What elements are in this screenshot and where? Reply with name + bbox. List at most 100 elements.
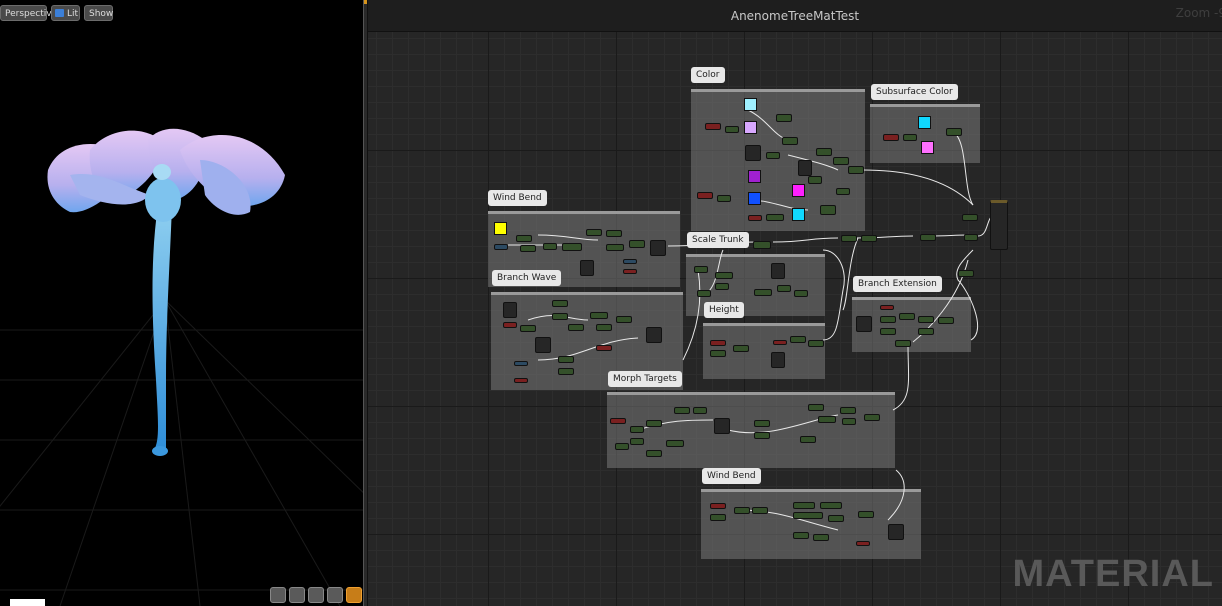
graph-node[interactable] (586, 229, 602, 236)
graph-node[interactable] (782, 137, 798, 145)
graph-node[interactable] (629, 240, 645, 248)
graph-node[interactable] (630, 438, 644, 445)
graph-node[interactable] (766, 152, 780, 159)
graph-node[interactable] (623, 269, 637, 274)
graph-node[interactable] (697, 192, 713, 199)
graph-node[interactable] (650, 240, 666, 256)
color-swatch-node[interactable] (494, 222, 507, 235)
graph-node[interactable] (697, 290, 711, 297)
graph-node[interactable] (745, 145, 761, 161)
graph-node[interactable] (771, 352, 785, 368)
graph-node[interactable] (494, 244, 508, 250)
color-swatch-node[interactable] (792, 208, 805, 221)
graph-node[interactable] (514, 378, 528, 383)
graph-node[interactable] (899, 313, 915, 320)
material-graph-canvas[interactable]: AnenomeTreeMatTest Zoom -9 Color Subsurf… (368, 0, 1222, 606)
graph-node[interactable] (880, 316, 896, 323)
graph-node[interactable] (543, 243, 557, 250)
graph-node[interactable] (958, 270, 974, 277)
graph-node[interactable] (715, 272, 733, 279)
graph-node[interactable] (754, 289, 772, 296)
graph-node[interactable] (766, 214, 784, 221)
graph-node[interactable] (864, 414, 880, 421)
graph-node[interactable] (606, 244, 624, 251)
graph-node[interactable] (918, 316, 934, 323)
graph-node[interactable] (552, 313, 568, 320)
cube-icon[interactable] (327, 587, 343, 603)
graph-node[interactable] (562, 243, 582, 251)
graph-node[interactable] (793, 532, 809, 539)
graph-node[interactable] (903, 134, 917, 141)
graph-node[interactable] (861, 235, 877, 242)
graph-node[interactable] (798, 160, 812, 176)
graph-node[interactable] (734, 507, 750, 514)
graph-node[interactable] (516, 235, 532, 242)
graph-node[interactable] (623, 259, 637, 264)
graph-node[interactable] (895, 340, 911, 347)
graph-node[interactable] (606, 230, 622, 237)
graph-node[interactable] (710, 514, 726, 521)
graph-node[interactable] (918, 328, 934, 335)
color-swatch-node[interactable] (744, 121, 757, 134)
graph-node[interactable] (748, 215, 762, 221)
graph-node[interactable] (800, 436, 816, 443)
graph-node[interactable] (558, 356, 574, 363)
graph-node[interactable] (754, 432, 770, 439)
graph-node[interactable] (503, 322, 517, 328)
graph-node[interactable] (794, 290, 808, 297)
graph-node[interactable] (880, 305, 894, 310)
graph-node[interactable] (514, 361, 528, 366)
graph-node[interactable] (888, 524, 904, 540)
graph-node[interactable] (962, 214, 978, 221)
graph-node[interactable] (596, 324, 612, 331)
graph-node[interactable] (856, 316, 872, 332)
graph-node[interactable] (710, 503, 726, 509)
material-preview-viewport[interactable]: Perspective Lit Show (0, 0, 363, 606)
graph-node[interactable] (808, 176, 822, 184)
cylinder-icon[interactable] (270, 587, 286, 603)
graph-node[interactable] (946, 128, 962, 136)
graph-node[interactable] (666, 440, 684, 447)
graph-node[interactable] (793, 512, 823, 519)
graph-node[interactable] (808, 340, 824, 347)
teapot-icon[interactable] (346, 587, 362, 603)
graph-node[interactable] (693, 407, 707, 414)
graph-node[interactable] (753, 241, 771, 249)
graph-node[interactable] (558, 368, 574, 375)
graph-node[interactable] (776, 114, 792, 122)
color-swatch-node[interactable] (792, 184, 805, 197)
graph-node[interactable] (816, 148, 832, 156)
graph-node[interactable] (694, 266, 708, 273)
graph-node[interactable] (771, 263, 785, 279)
graph-node[interactable] (841, 235, 857, 242)
graph-node[interactable] (568, 324, 584, 331)
graph-node[interactable] (710, 350, 726, 357)
graph-node[interactable] (777, 285, 791, 292)
graph-node[interactable] (858, 511, 874, 518)
graph-node[interactable] (964, 234, 978, 241)
graph-node[interactable] (646, 450, 662, 457)
graph-node[interactable] (710, 340, 726, 346)
graph-node[interactable] (715, 283, 729, 290)
graph-node[interactable] (733, 345, 749, 352)
material-output-node[interactable] (990, 200, 1008, 250)
graph-node[interactable] (808, 404, 824, 411)
graph-node[interactable] (813, 534, 829, 541)
graph-node[interactable] (646, 420, 662, 427)
graph-node[interactable] (630, 426, 644, 433)
graph-node[interactable] (752, 507, 768, 514)
graph-node[interactable] (840, 407, 856, 414)
graph-node[interactable] (610, 418, 626, 424)
graph-node[interactable] (820, 502, 842, 509)
graph-node[interactable] (836, 188, 850, 195)
graph-node[interactable] (503, 302, 517, 318)
graph-node[interactable] (596, 345, 612, 351)
graph-node[interactable] (552, 300, 568, 307)
graph-node[interactable] (773, 340, 787, 345)
graph-node[interactable] (520, 245, 536, 252)
graph-node[interactable] (615, 443, 629, 450)
graph-node[interactable] (754, 420, 770, 427)
graph-node[interactable] (705, 123, 721, 130)
graph-node[interactable] (880, 328, 896, 335)
graph-node[interactable] (820, 205, 836, 215)
